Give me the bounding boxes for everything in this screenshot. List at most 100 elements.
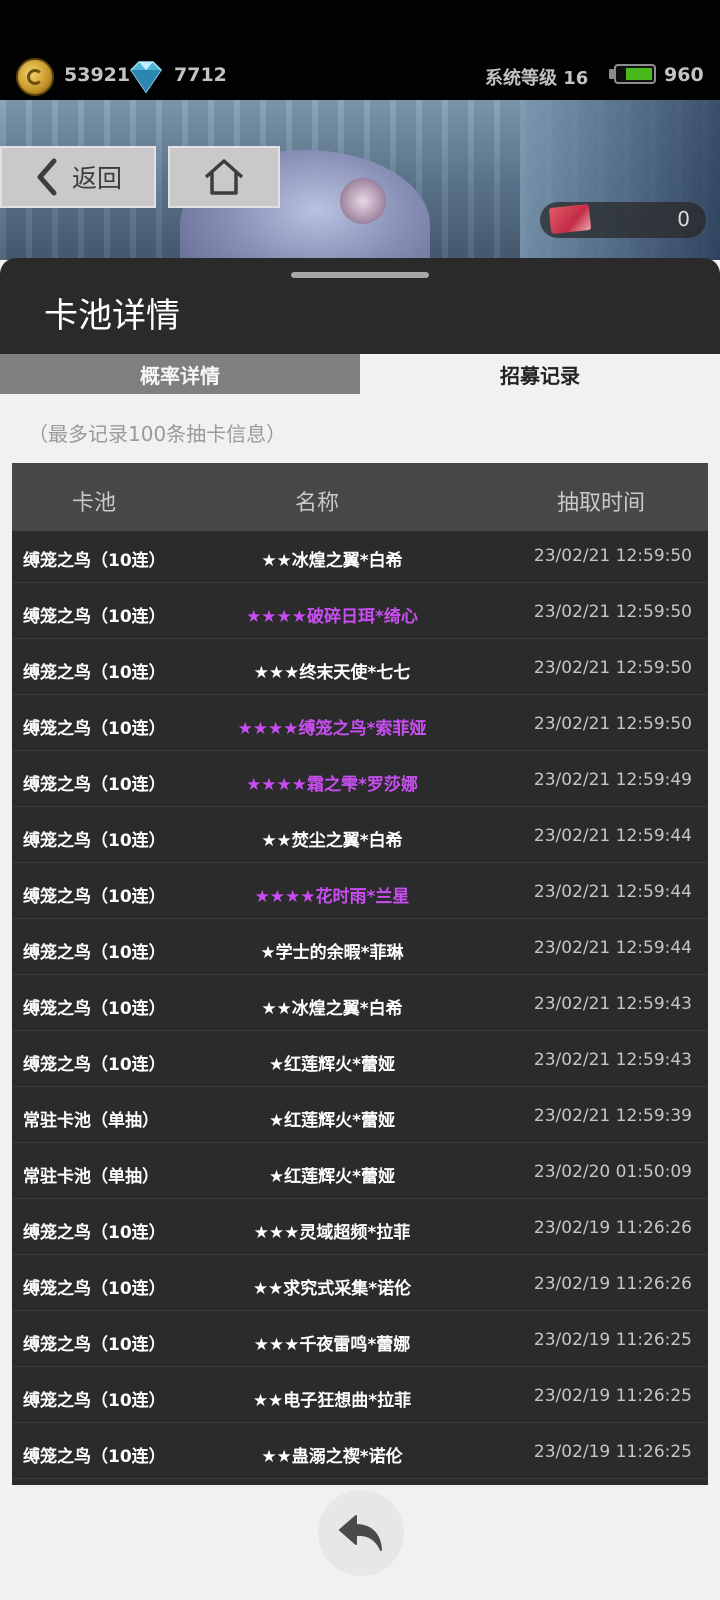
row-draw-time: 23/02/21 12:59:50	[533, 658, 692, 678]
table-row: 缚笼之鸟（10连） ★★★★破碎日珥*绮心 23/02/21 12:59:50	[12, 587, 708, 639]
tab-recruit-history-label: 招募记录	[500, 363, 580, 388]
row-pool: 缚笼之鸟（10连）	[23, 999, 166, 1019]
row-draw-time: 23/02/21 12:59:39	[533, 1106, 692, 1126]
table-row: 常驻卡池（单抽） ★红莲辉火*蕾娅 23/02/20 01:50:09	[12, 1147, 708, 1199]
row-pool: 缚笼之鸟（10连）	[23, 607, 166, 627]
gem-icon	[130, 61, 162, 94]
table-row: 缚笼之鸟（10连） ★★★★花时雨*兰星 23/02/21 12:59:44	[12, 867, 708, 919]
table-row: 缚笼之鸟（10连） ★学士的余暇*菲琳 23/02/21 12:59:44	[12, 923, 708, 975]
row-pool: 常驻卡池（单抽）	[23, 1111, 159, 1131]
row-pool: 缚笼之鸟（10连）	[23, 1447, 166, 1467]
row-draw-time: 23/02/20 01:50:09	[533, 1162, 692, 1182]
table-row: 缚笼之鸟（10连） ★★焚尘之翼*白希 23/02/21 12:59:44	[12, 811, 708, 863]
stamina-count: 960	[664, 64, 704, 86]
row-draw-time: 23/02/21 12:59:50	[533, 546, 692, 566]
table-row: 缚笼之鸟（10连） ★★★千夜雷鸣*蕾娜 23/02/19 11:26:25	[12, 1315, 708, 1367]
row-pool: 缚笼之鸟（10连）	[23, 1055, 166, 1075]
row-character-name: ★★★★破碎日珥*绮心	[246, 607, 418, 627]
row-character-name: ★★★★缚笼之鸟*索菲娅	[237, 719, 427, 739]
row-draw-time: 23/02/19 11:26:25	[533, 1386, 692, 1406]
system-level: 系统等级 16	[485, 68, 589, 89]
table-row: 缚笼之鸟（10连） ★★★★霜之雫*罗莎娜 23/02/21 12:59:49	[12, 755, 708, 807]
return-button[interactable]	[318, 1490, 404, 1576]
row-pool: 缚笼之鸟（10连）	[23, 831, 166, 851]
row-pool: 缚笼之鸟（10连）	[23, 663, 166, 683]
row-pool: 缚笼之鸟（10连）	[23, 943, 166, 963]
row-draw-time: 23/02/19 11:26:26	[533, 1218, 692, 1238]
hair-ornament	[340, 178, 386, 224]
tab-rate-details-label: 概率详情	[140, 363, 220, 388]
panel-title: 卡池详情	[44, 296, 180, 336]
gem-count: 7712	[174, 64, 227, 86]
table-row: 缚笼之鸟（10连） ★★求究式采集*诺伦 23/02/19 11:26:26	[12, 1259, 708, 1311]
table-row: 缚笼之鸟（10连） ★★★终末天使*七七 23/02/21 12:59:50	[12, 643, 708, 695]
return-arrow-icon	[339, 1515, 382, 1551]
row-draw-time: 23/02/21 12:59:50	[533, 602, 692, 622]
table-row: 缚笼之鸟（10连） ★★★灵域超频*拉菲 23/02/19 11:26:26	[12, 1203, 708, 1255]
row-pool: 缚笼之鸟（10连）	[23, 1279, 166, 1299]
row-pool: 缚笼之鸟（10连）	[23, 1391, 166, 1411]
row-character-name: ★红莲辉火*蕾娅	[268, 1055, 396, 1075]
back-button-label: 返回	[71, 164, 122, 193]
row-character-name: ★★求究式采集*诺伦	[252, 1279, 412, 1299]
home-button[interactable]	[168, 146, 280, 208]
table-row: 缚笼之鸟（10连） ★★冰煌之翼*白希 23/02/21 12:59:50	[12, 531, 708, 583]
column-header-pool: 卡池	[72, 491, 117, 516]
row-draw-time: 23/02/21 12:59:44	[533, 938, 692, 958]
ticket-counter: 0	[540, 202, 706, 238]
row-draw-time: 23/02/19 11:26:26	[533, 1274, 692, 1294]
ticket-count: 0	[677, 207, 690, 231]
history-table[interactable]: 卡池 名称 抽取时间 缚笼之鸟（10连） ★★冰煌之翼*白希 23/02/21 12…	[12, 463, 708, 1485]
row-character-name: ★红莲辉火*蕾娅	[268, 1111, 396, 1131]
row-pool: 常驻卡池（单抽）	[23, 1167, 159, 1187]
row-character-name: ★★冰煌之翼*白希	[261, 551, 403, 571]
drag-handle[interactable]	[291, 272, 429, 278]
home-icon	[204, 159, 244, 195]
row-draw-time: 23/02/21 12:59:49	[533, 770, 692, 790]
row-draw-time: 23/02/19 11:26:25	[533, 1442, 692, 1462]
table-row: 缚笼之鸟（10连） ★★蛊溺之禊*诺伦 23/02/19 11:26:25	[12, 1427, 708, 1479]
table-row: 缚笼之鸟（10连） ★红莲辉火*蕾娅 23/02/21 12:59:43	[12, 1035, 708, 1087]
table-row: 缚笼之鸟（10连） ★★★★缚笼之鸟*索菲娅 23/02/21 12:59:50	[12, 699, 708, 751]
column-header-time: 抽取时间	[557, 491, 646, 516]
chevron-left-icon	[37, 158, 57, 196]
row-draw-time: 23/02/21 12:59:44	[533, 826, 692, 846]
row-draw-time: 23/02/21 12:59:43	[533, 1050, 692, 1070]
row-character-name: ★★冰煌之翼*白希	[261, 999, 403, 1019]
row-pool: 缚笼之鸟（10连）	[23, 887, 166, 907]
table-row: 常驻卡池（单抽） ★红莲辉火*蕾娅 23/02/21 12:59:39	[12, 1091, 708, 1143]
row-pool: 缚笼之鸟（10连）	[23, 1335, 166, 1355]
row-character-name: ★★★★花时雨*兰星	[254, 887, 410, 907]
row-draw-time: 23/02/21 12:59:44	[533, 882, 692, 902]
row-character-name: ★★★终末天使*七七	[253, 663, 411, 683]
row-draw-time: 23/02/19 11:26:25	[533, 1330, 692, 1350]
ticket-icon	[548, 203, 592, 235]
row-draw-time: 23/02/21 12:59:50	[533, 714, 692, 734]
row-pool: 缚笼之鸟（10连）	[23, 775, 166, 795]
coin-icon	[16, 58, 54, 96]
row-character-name: ★红莲辉火*蕾娅	[268, 1167, 396, 1187]
coin-count: 53921	[64, 64, 131, 86]
row-pool: 缚笼之鸟（10连）	[23, 551, 166, 571]
row-character-name: ★★电子狂想曲*拉菲	[252, 1391, 412, 1411]
table-row: 缚笼之鸟（10连） ★★电子狂想曲*拉菲 23/02/19 11:26:25	[12, 1371, 708, 1423]
table-header: 卡池 名称 抽取时间	[12, 463, 708, 531]
tab-rate-details[interactable]: 概率详情	[0, 354, 360, 394]
panel-header: 卡池详情	[0, 258, 720, 354]
battery-icon	[609, 64, 656, 84]
record-limit-note: （最多记录100条抽卡信息）	[28, 422, 287, 446]
row-draw-time: 23/02/21 12:59:43	[533, 994, 692, 1014]
top-status-bar: 53921 7712 系统等级 16 960	[0, 0, 720, 100]
row-pool: 缚笼之鸟（10连）	[23, 719, 166, 739]
back-button[interactable]: 返回	[0, 146, 156, 208]
row-character-name: ★★焚尘之翼*白希	[261, 831, 403, 851]
row-character-name: ★★★★霜之雫*罗莎娜	[246, 775, 418, 795]
row-character-name: ★★★千夜雷鸣*蕾娜	[253, 1335, 411, 1355]
row-character-name: ★★蛊溺之禊*诺伦	[261, 1447, 403, 1467]
tab-recruit-history[interactable]: 招募记录	[360, 354, 720, 394]
table-row: 缚笼之鸟（10连） ★★冰煌之翼*白希 23/02/21 12:59:43	[12, 979, 708, 1031]
row-character-name: ★学士的余暇*菲琳	[260, 943, 404, 963]
column-header-name: 名称	[295, 491, 340, 516]
table-body: 缚笼之鸟（10连） ★★冰煌之翼*白希 23/02/21 12:59:50 缚笼之鸟（…	[12, 531, 708, 1479]
row-pool: 缚笼之鸟（10连）	[23, 1223, 166, 1243]
